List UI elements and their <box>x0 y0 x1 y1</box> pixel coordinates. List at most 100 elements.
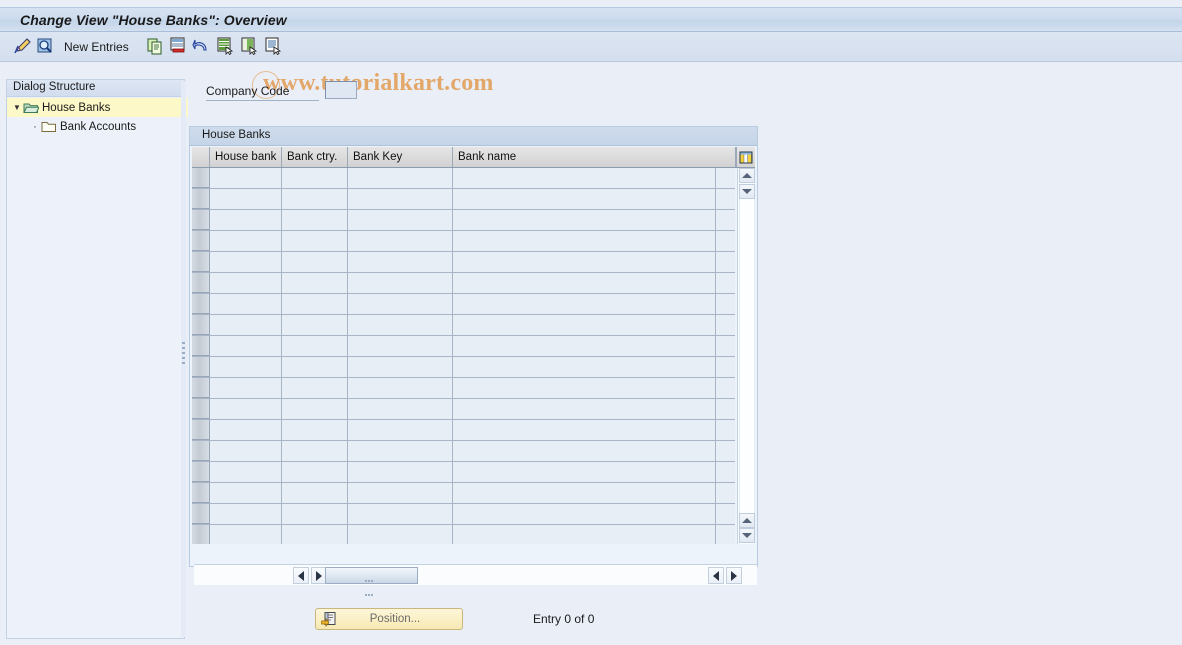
row-selector-button[interactable] <box>192 336 210 356</box>
table-cell[interactable] <box>282 231 348 251</box>
display-change-icon[interactable] <box>14 37 32 58</box>
table-row[interactable] <box>192 399 735 420</box>
row-selector-button[interactable] <box>192 504 210 524</box>
table-cell[interactable] <box>282 420 348 440</box>
table-row[interactable] <box>192 189 735 210</box>
position-button[interactable]: Position... <box>315 608 463 630</box>
table-cell[interactable] <box>210 357 282 377</box>
table-cell[interactable] <box>348 525 453 544</box>
column-header-house-bank[interactable]: House bank <box>210 147 282 167</box>
table-cell[interactable] <box>348 504 453 524</box>
table-cell[interactable] <box>453 252 716 272</box>
table-row[interactable] <box>192 315 735 336</box>
row-selector-button[interactable] <box>192 462 210 482</box>
column-header-bank-key[interactable]: Bank Key <box>348 147 453 167</box>
company-code-input[interactable] <box>325 81 357 99</box>
table-cell[interactable] <box>453 525 716 544</box>
grid-vertical-scrollbar[interactable] <box>737 168 755 544</box>
table-cell[interactable] <box>282 504 348 524</box>
table-cell[interactable] <box>453 441 716 461</box>
table-row[interactable] <box>192 231 735 252</box>
splitter-grip-icon[interactable] <box>182 342 185 368</box>
scroll-page-up-icon[interactable] <box>739 513 755 528</box>
table-cell[interactable] <box>453 399 716 419</box>
table-cell[interactable] <box>282 399 348 419</box>
table-cell[interactable] <box>210 483 282 503</box>
sidebar-item-house-banks[interactable]: ▼ House Banks <box>7 98 188 117</box>
table-cell[interactable] <box>348 189 453 209</box>
table-row[interactable] <box>192 504 735 525</box>
table-cell[interactable] <box>210 420 282 440</box>
table-cell[interactable] <box>282 294 348 314</box>
scroll-page-down-icon[interactable] <box>739 528 755 543</box>
table-cell[interactable] <box>453 294 716 314</box>
table-cell[interactable] <box>282 357 348 377</box>
column-header-bank-name[interactable]: Bank name <box>453 147 736 167</box>
table-cell[interactable] <box>282 210 348 230</box>
table-row[interactable] <box>192 273 735 294</box>
row-selector-button[interactable] <box>192 483 210 503</box>
table-cell[interactable] <box>210 378 282 398</box>
table-cell[interactable] <box>348 441 453 461</box>
row-selector-button[interactable] <box>192 315 210 335</box>
table-cell[interactable] <box>210 441 282 461</box>
table-cell[interactable] <box>348 315 453 335</box>
table-cell[interactable] <box>210 336 282 356</box>
table-cell[interactable] <box>210 231 282 251</box>
table-cell[interactable] <box>282 441 348 461</box>
table-row[interactable] <box>192 441 735 462</box>
row-selector-button[interactable] <box>192 252 210 272</box>
table-cell[interactable] <box>210 168 282 188</box>
table-cell[interactable] <box>348 252 453 272</box>
row-selector-button[interactable] <box>192 399 210 419</box>
table-cell[interactable] <box>453 273 716 293</box>
table-cell[interactable] <box>348 462 453 482</box>
table-cell[interactable] <box>348 420 453 440</box>
table-cell[interactable] <box>282 315 348 335</box>
table-cell[interactable] <box>453 189 716 209</box>
table-cell[interactable] <box>282 336 348 356</box>
scroll-page-right-icon[interactable] <box>726 567 742 584</box>
row-selector-button[interactable] <box>192 357 210 377</box>
sidebar-item-bank-accounts[interactable]: · Bank Accounts <box>7 117 206 136</box>
delete-icon[interactable] <box>169 37 187 58</box>
table-cell[interactable] <box>348 357 453 377</box>
table-cell[interactable] <box>453 462 716 482</box>
row-selector-button[interactable] <box>192 294 210 314</box>
deselect-all-icon[interactable] <box>240 37 258 58</box>
table-cell[interactable] <box>453 357 716 377</box>
table-row[interactable] <box>192 525 735 544</box>
scroll-down-icon[interactable] <box>739 184 755 199</box>
row-selector-button[interactable] <box>192 420 210 440</box>
table-cell[interactable] <box>210 210 282 230</box>
grid-select-all-corner[interactable] <box>192 147 210 167</box>
table-cell[interactable] <box>282 252 348 272</box>
table-cell[interactable] <box>282 168 348 188</box>
scroll-page-left-icon[interactable] <box>708 567 724 584</box>
table-cell[interactable] <box>210 189 282 209</box>
table-cell[interactable] <box>210 315 282 335</box>
table-cell[interactable] <box>348 378 453 398</box>
table-cell[interactable] <box>453 483 716 503</box>
horizontal-scroll-thumb[interactable] <box>325 567 418 596</box>
row-selector-button[interactable] <box>192 168 210 188</box>
table-row[interactable] <box>192 483 735 504</box>
table-row[interactable] <box>192 294 735 315</box>
table-cell[interactable] <box>210 273 282 293</box>
table-cell[interactable] <box>453 378 716 398</box>
table-row[interactable] <box>192 252 735 273</box>
table-cell[interactable] <box>210 504 282 524</box>
table-cell[interactable] <box>210 462 282 482</box>
table-cell[interactable] <box>348 336 453 356</box>
table-cell[interactable] <box>348 231 453 251</box>
table-cell[interactable] <box>348 294 453 314</box>
table-row[interactable] <box>192 336 735 357</box>
row-selector-button[interactable] <box>192 378 210 398</box>
row-selector-button[interactable] <box>192 231 210 251</box>
table-cell[interactable] <box>348 168 453 188</box>
scroll-left-icon[interactable] <box>293 567 309 584</box>
vertical-scroll-track[interactable] <box>739 199 755 513</box>
table-cell[interactable] <box>282 378 348 398</box>
table-row[interactable] <box>192 378 735 399</box>
undo-icon[interactable] <box>192 37 210 58</box>
